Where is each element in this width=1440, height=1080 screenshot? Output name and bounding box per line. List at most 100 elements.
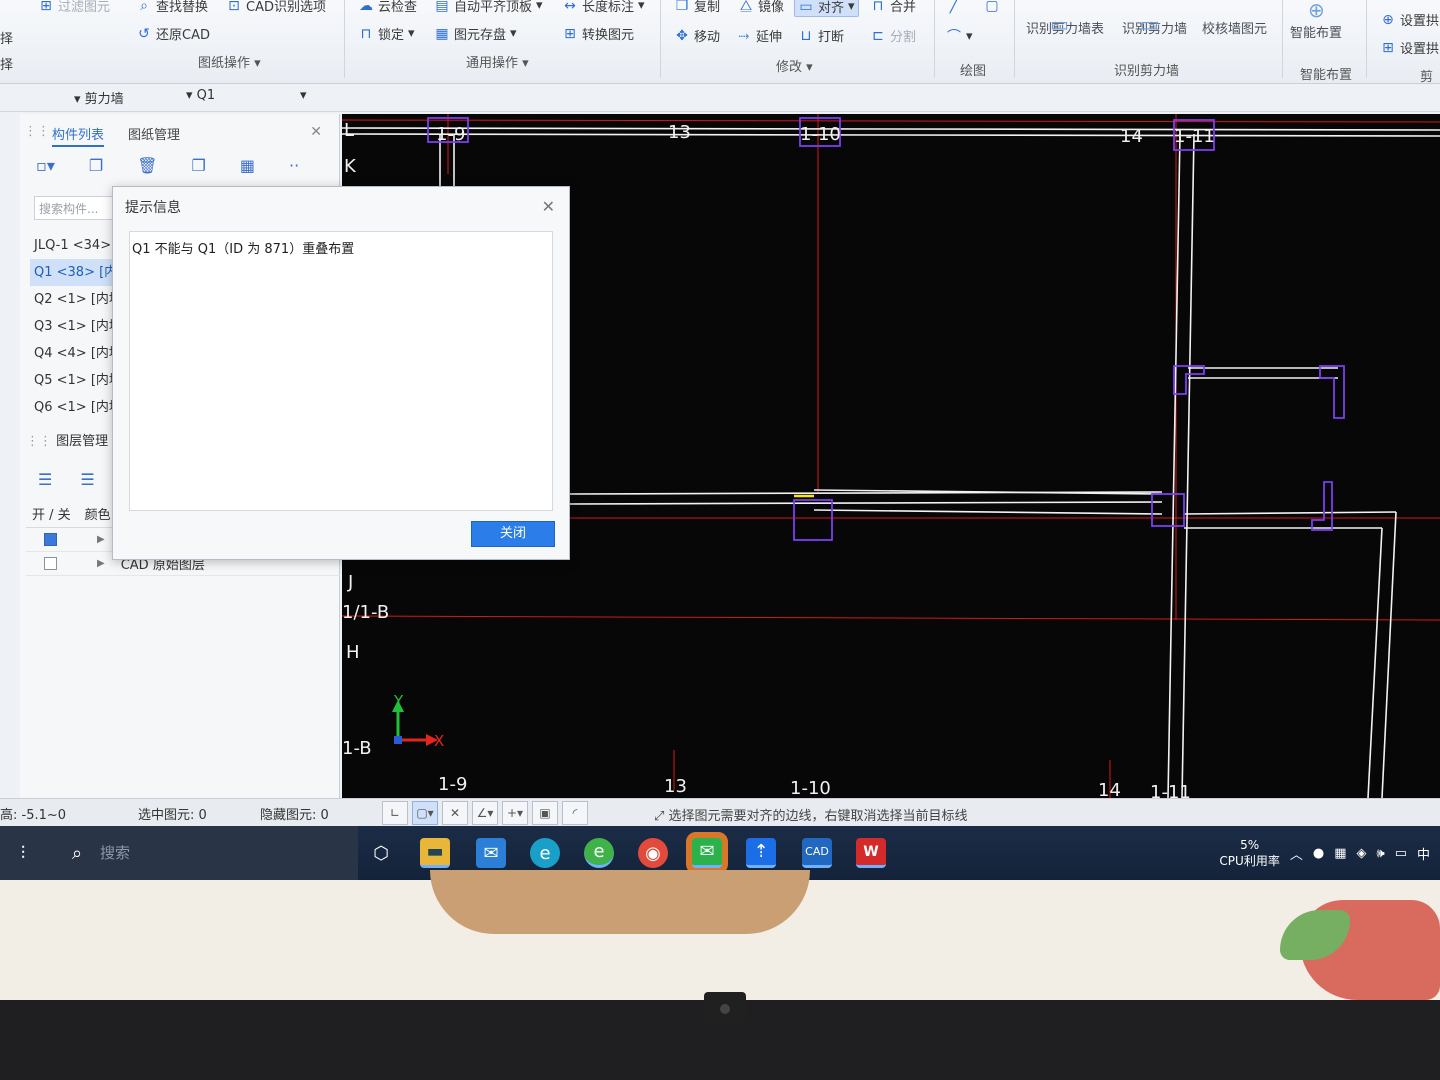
selector-dropdown-arrow[interactable]: ▾ (300, 88, 307, 103)
search-icon[interactable]: ⌕ (62, 838, 92, 868)
copy-button[interactable]: ❐ 复制 (674, 0, 720, 15)
grid-label-left: L (344, 120, 354, 141)
group-modify[interactable]: 修改 ▾ (776, 56, 813, 75)
group-draw[interactable]: 绘图 (960, 60, 986, 79)
recognize-wall-button[interactable]: ▭ 识别剪力墙 (1122, 12, 1187, 37)
split-button[interactable]: ⊏ 分割 (870, 26, 916, 46)
close-icon[interactable]: ✕ (542, 197, 555, 216)
qq-icon[interactable]: ● (1313, 846, 1324, 861)
system-tray: 5% CPU利用率 ︿ ● ▦ ◈ 🕪 ▭ 中 (1219, 826, 1430, 880)
wechat-icon[interactable]: ✉ (692, 838, 722, 868)
lock-button[interactable]: ⊓ 锁定 ▾ (358, 24, 415, 44)
widgets-icon[interactable]: ⫶ (8, 838, 38, 868)
filter-elements-button[interactable]: ⊞ 过滤图元 (38, 0, 110, 15)
cloud-icon: ☁ (359, 0, 373, 14)
length-dimension-button[interactable]: ↔ 长度标注 ▾ (562, 0, 644, 15)
layer-list-alt-icon[interactable]: ☰ (80, 470, 94, 489)
cad-icon[interactable]: CAD (802, 838, 832, 868)
tab-drawing-management[interactable]: 图纸管理 (128, 124, 180, 143)
ribbon-partial-label-1[interactable]: 择 (0, 28, 13, 47)
type-selector[interactable]: ▾ 剪力墙 (74, 88, 124, 107)
search-component-input[interactable]: 搜索构件... (34, 196, 124, 220)
lock-icon: ⊓ (360, 25, 372, 42)
cross-icon[interactable]: ✕ (442, 801, 468, 825)
restore-cad-button[interactable]: ↺ 还原CAD (136, 24, 210, 44)
break-button[interactable]: ⊔ 打断 (798, 26, 844, 46)
battery-icon[interactable]: ▭ (1395, 846, 1407, 861)
arc-snap-icon[interactable]: ◜ (562, 801, 588, 825)
ribbon-partial-label-2[interactable]: 择 (0, 54, 13, 73)
chevron-up-icon[interactable]: ︿ (1290, 844, 1303, 863)
feishu-icon[interactable]: ⇡ (746, 838, 776, 868)
dialog-close-button[interactable]: 关闭 (471, 521, 555, 547)
draw-rect-button[interactable]: ▢ (984, 0, 1000, 14)
dialog-message: Q1 不能与 Q1（ID 为 871）重叠布置 (132, 242, 355, 257)
convert-icon: ⊞ (564, 25, 576, 42)
component-toolbar: ▫▾ ❐ 🗑 ❐ ▦ ·· (36, 156, 299, 175)
task-view-icon[interactable]: ⬡ (366, 838, 396, 868)
setting-arch-button-2[interactable]: ⊞ 设置拱 (1380, 38, 1439, 58)
chrome-icon[interactable]: ◉ (638, 838, 668, 868)
more-icon[interactable]: ·· (289, 156, 299, 175)
recognize-wall-table-button[interactable]: ▭ 识别剪力墙表 (1026, 12, 1104, 37)
element-save-button[interactable]: ▦ 图元存盘 ▾ (434, 24, 516, 44)
align-button[interactable]: ▭ 对齐 ▾ (794, 0, 859, 17)
draw-arc-button[interactable]: ⌒ ▾ (946, 26, 973, 46)
delete-icon[interactable]: 🗑 (137, 156, 157, 175)
network-icon[interactable]: ◈ (1356, 846, 1366, 861)
panel-drag-handle[interactable]: ⋮⋮ (24, 124, 50, 139)
find-replace-button[interactable]: ⌕ 查找替换 (136, 0, 208, 15)
draw-line-button[interactable]: ╱ (946, 0, 962, 14)
ime-indicator[interactable]: 中 (1417, 844, 1430, 863)
group-common-ops[interactable]: 通用操作 ▾ (466, 52, 529, 71)
group-drawing-ops[interactable]: 图纸操作 ▾ (198, 52, 261, 71)
offset-icon[interactable]: +▾ (502, 801, 528, 825)
cpu-usage-indicator[interactable]: 5% CPU利用率 (1219, 837, 1279, 869)
duplicate-icon[interactable]: ❐ (192, 156, 206, 175)
merge-button[interactable]: ⊓ 合并 (870, 0, 916, 15)
mirror-button[interactable]: ⧋ 镜像 (738, 0, 784, 15)
ie-icon[interactable]: e (584, 838, 614, 868)
file-explorer-icon[interactable]: ▬ (420, 838, 450, 868)
grid-label-bottom: 1-11 (1150, 782, 1191, 798)
layer-list-icon[interactable]: ☰ (38, 470, 52, 489)
check-wall-elements-button[interactable]: 校核墙图元 (1202, 18, 1267, 37)
group-recognize-shear-wall[interactable]: 识别剪力墙 (1114, 60, 1179, 79)
save-component-icon[interactable]: ▦ (240, 156, 255, 175)
close-icon[interactable]: ✕ (310, 124, 322, 140)
setting-arch-button-1[interactable]: ⊕ 设置拱 (1380, 10, 1439, 30)
grid-label-top: 14 (1120, 126, 1143, 147)
volume-icon[interactable]: 🕪 (1376, 846, 1384, 861)
group-cut[interactable]: 剪 (1420, 66, 1433, 85)
new-component-icon[interactable]: ▫▾ (36, 156, 55, 175)
expand-icon[interactable]: ▶ (97, 534, 105, 545)
copy-component-icon[interactable]: ❐ (89, 156, 103, 175)
ortho-icon[interactable]: ∟ (382, 801, 408, 825)
extend-button[interactable]: ⤑ 延伸 (736, 26, 782, 46)
smart-layout-button[interactable]: ⊕ 智能布置 (1290, 0, 1342, 41)
snap-rect-icon[interactable]: ▢▾ (412, 801, 438, 825)
cad-recognize-options-button[interactable]: ⊡ CAD识别选项 (226, 0, 326, 15)
app-grid-icon[interactable]: ▦ (1334, 846, 1346, 861)
mail-icon[interactable]: ✉ (476, 838, 506, 868)
auto-flat-slab-button[interactable]: ▤ 自动平齐顶板 ▾ (434, 0, 542, 15)
convert-element-button[interactable]: ⊞ 转换图元 (562, 24, 634, 44)
angle-icon[interactable]: ∠▾ (472, 801, 498, 825)
taskbar-search-input[interactable]: 搜索 (100, 842, 130, 863)
elevation-readout: 高: -5.1~0 (0, 808, 67, 823)
tab-component-list[interactable]: 构件列表 (52, 124, 105, 147)
resize-icon: ⤢ (654, 809, 665, 824)
wps-icon[interactable]: W (856, 838, 886, 868)
layer-toggle-checkbox[interactable] (44, 533, 57, 546)
edge-icon[interactable]: e (530, 838, 560, 868)
move-button[interactable]: ✥ 移动 (674, 26, 720, 46)
layer-toggle-checkbox[interactable] (44, 557, 57, 570)
grid-label-bottom: 1-10 (790, 778, 831, 798)
cloud-check-button[interactable]: ☁ 云检查 (358, 0, 417, 15)
ucs-axis-indicator: Y X (392, 692, 444, 750)
expand-icon[interactable]: ▶ (97, 558, 105, 569)
display-icon[interactable]: ▣ (532, 801, 558, 825)
group-smart-layout[interactable]: 智能布置 (1300, 64, 1352, 83)
ribbon-toolbar: 择 择 ⊞ 过滤图元 ⌕ 查找替换 ⊡ CAD识别选项 ↺ 还原CAD 图纸操作 ▾ ☁… (0, 0, 1440, 85)
component-selector[interactable]: ▾ Q1 (186, 88, 215, 103)
